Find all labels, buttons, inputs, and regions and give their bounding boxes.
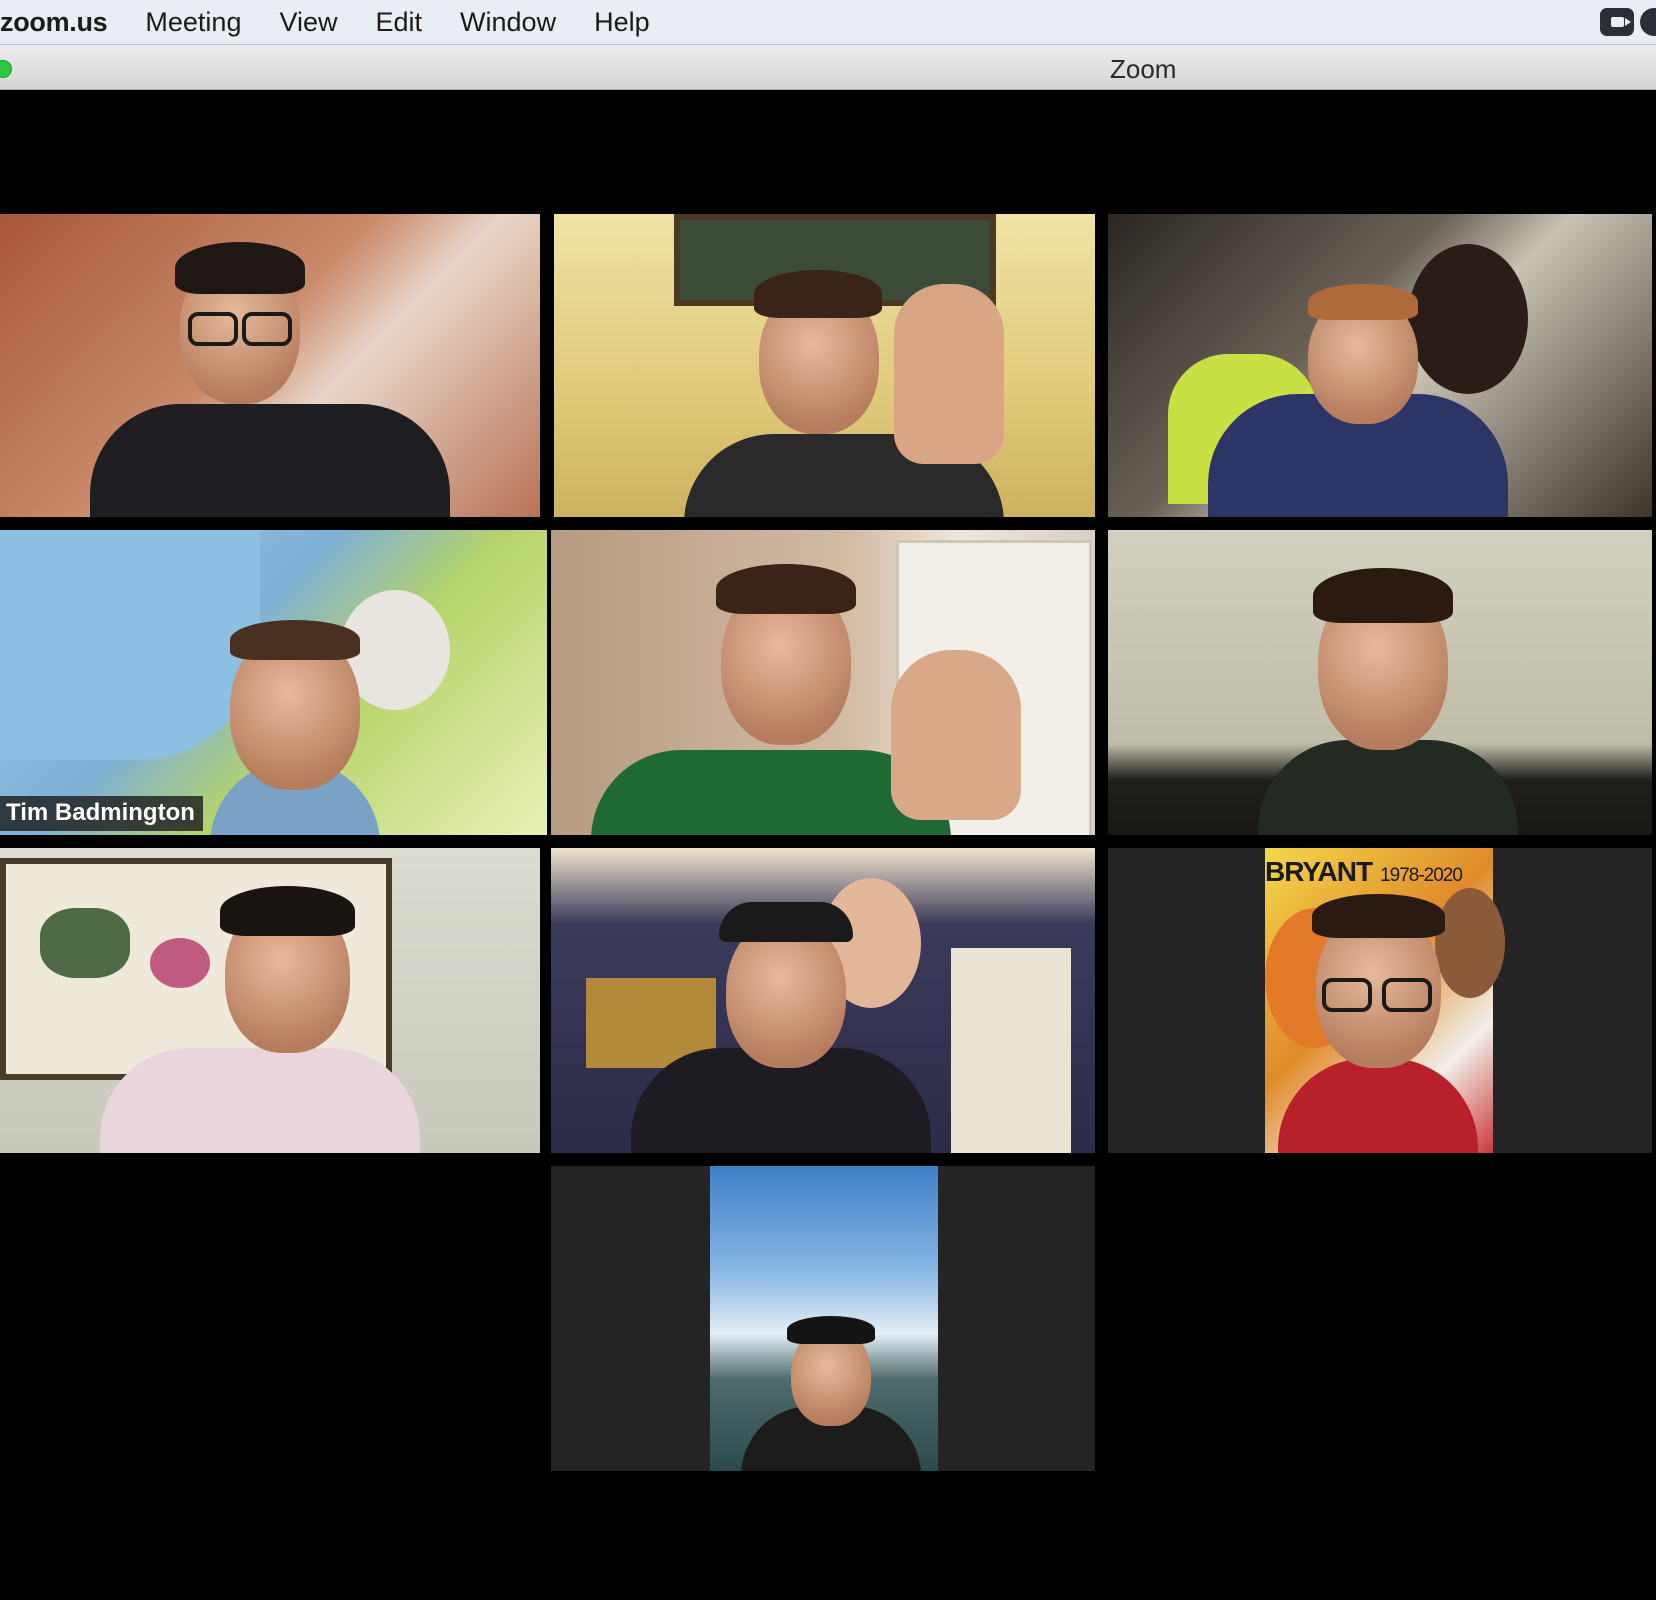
participant-video-tile[interactable] (1108, 530, 1652, 835)
window-title: Zoom (1110, 54, 1177, 84)
participant-video (90, 234, 450, 517)
participant-video-tile-active-speaker[interactable]: Tim Badmington (0, 530, 547, 835)
participant-video (1278, 878, 1478, 1153)
menu-view[interactable]: View (279, 7, 337, 38)
participant-video (631, 888, 931, 1153)
participant-video-tile[interactable] (1108, 214, 1652, 517)
window-title-bar[interactable]: Zoom (0, 45, 1656, 90)
participant-video (741, 1316, 921, 1471)
maximize-button[interactable] (0, 60, 12, 78)
participant-video (684, 244, 1024, 517)
participant-video (1208, 274, 1538, 517)
participant-video (200, 620, 400, 835)
participant-name-label: Tim Badmington (0, 796, 203, 831)
participant-video-tile[interactable]: BRYANT 1978-2020 (1108, 848, 1652, 1153)
menu-meeting[interactable]: Meeting (145, 7, 241, 38)
menu-edit[interactable]: Edit (376, 7, 423, 38)
participant-video (591, 550, 1071, 835)
macos-menu-bar: zoom.us Meeting View Edit Window Help (0, 0, 1656, 45)
menu-window[interactable]: Window (460, 7, 556, 38)
participant-video-tile[interactable] (554, 214, 1095, 517)
app-menu-zoom-us[interactable]: zoom.us (0, 7, 108, 38)
participant-video (100, 878, 500, 1153)
participant-video-tile[interactable] (551, 530, 1095, 835)
tray-overflow-icon[interactable] (1640, 8, 1656, 36)
status-tray (1600, 8, 1656, 36)
participant-video-tile[interactable] (551, 848, 1095, 1153)
participant-video-tile[interactable] (0, 848, 540, 1153)
participant-video-tile[interactable] (0, 214, 540, 517)
gallery-view: Tim Badmington BRYANT 1978-2020 (0, 90, 1656, 1600)
participant-video (1258, 560, 1518, 835)
participant-video-tile[interactable] (551, 1166, 1095, 1471)
zoom-tray-icon[interactable] (1600, 8, 1634, 36)
menu-help[interactable]: Help (594, 7, 650, 38)
